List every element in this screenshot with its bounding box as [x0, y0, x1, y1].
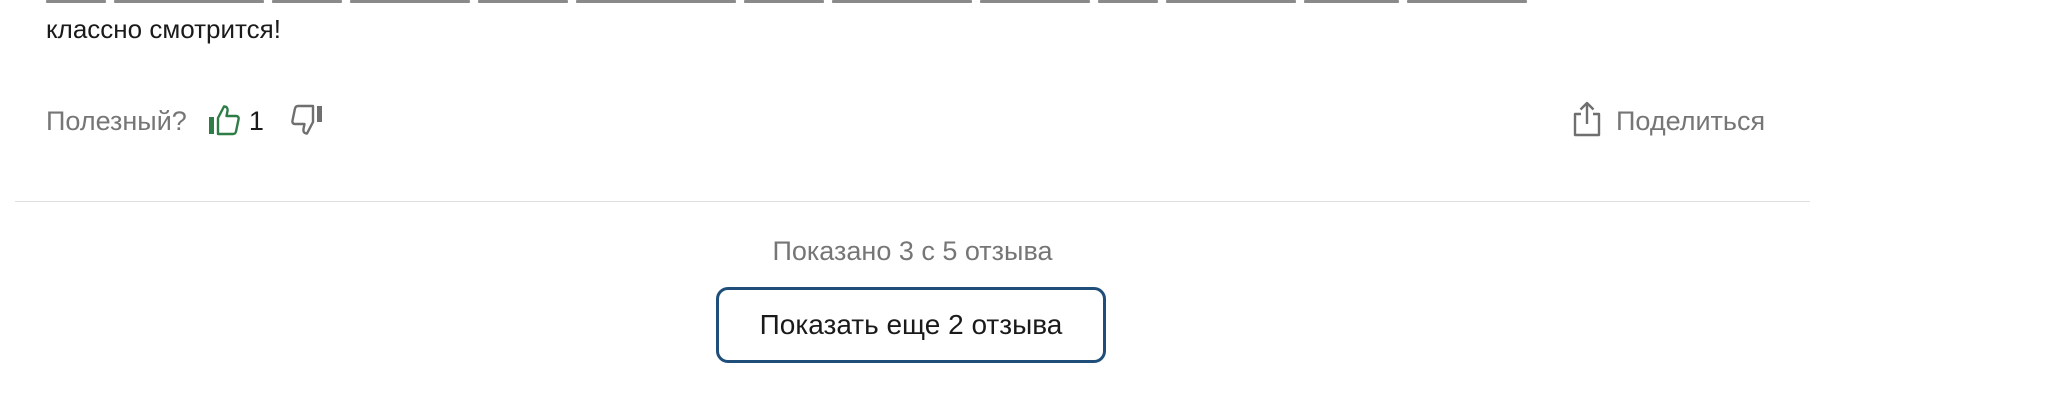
share-button[interactable]: Поделиться	[1572, 100, 1765, 142]
show-more-reviews-button[interactable]: Показать еще 2 отзыва	[716, 287, 1106, 363]
thumbs-down-icon	[290, 103, 324, 140]
helpful-feedback: Полезный? 1	[46, 100, 324, 142]
share-label: Поделиться	[1616, 105, 1766, 136]
reviews-shown-count: Показано 3 с 5 отзыва	[772, 236, 1053, 266]
reviews-section: классно смотрится! Полезный? 1 Поделитьс…	[0, 0, 2046, 412]
thumbs-up-icon	[207, 103, 241, 140]
share-icon	[1572, 100, 1602, 143]
helpful-label: Полезный?	[46, 105, 187, 136]
like-count: 1	[248, 105, 264, 136]
dislike-button[interactable]	[290, 103, 324, 140]
like-button[interactable]: 1	[207, 103, 290, 140]
previous-text-line-fragment	[46, 0, 1606, 5]
divider	[15, 201, 1810, 202]
review-text: классно смотрится!	[46, 14, 281, 44]
